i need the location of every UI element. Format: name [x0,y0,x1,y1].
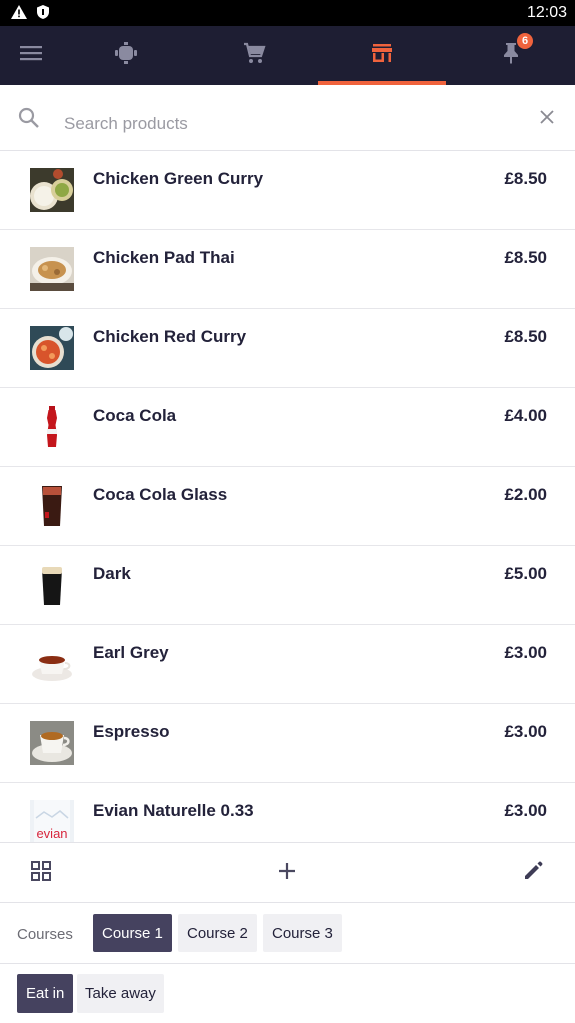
product-thumbnail-red-curry [30,326,74,370]
product-list: Chicken Green Curry £8.50 Chicken Pad Th… [0,151,575,842]
plus-icon [277,861,297,886]
product-price: £3.00 [504,643,547,662]
product-row[interactable]: Dark £5.00 [0,546,575,625]
tab-pin[interactable]: 6 [447,26,575,85]
tab-menu[interactable] [0,26,62,85]
course-3-chip[interactable]: Course 3 [263,914,342,952]
status-time: 12:03 [526,4,567,21]
product-name: Chicken Green Curry [93,169,264,188]
status-bar: 12:03 [0,0,575,26]
product-price: £5.00 [504,564,547,583]
dining-options: Eat in Take away [0,964,575,1023]
menu-icon [20,45,42,66]
shield-icon [36,4,50,25]
cart-icon [242,41,266,70]
search-input[interactable] [64,109,504,139]
robot-icon [114,41,138,70]
product-row[interactable]: Coca Cola Glass £2.00 [0,467,575,546]
courses-bar: Courses Course 1 Course 2 Course 3 [0,903,575,964]
product-thumbnail-earl-grey [30,642,74,686]
product-row[interactable]: Coca Cola £4.00 [0,388,575,467]
product-price: £8.50 [504,327,547,346]
tab-store[interactable] [318,26,446,85]
product-price: £2.00 [504,485,547,504]
course-2-chip[interactable]: Course 2 [178,914,257,952]
edit-button[interactable] [520,860,546,886]
evian-logo-text: evian [36,826,67,841]
product-price: £3.00 [504,722,547,741]
product-row[interactable]: Espresso £3.00 [0,704,575,783]
product-name: Evian Naturelle 0.33 [93,801,254,820]
product-name: Earl Grey [93,643,169,662]
product-name: Chicken Pad Thai [93,248,235,267]
search-bar [0,85,575,151]
list-toolbar [0,842,575,903]
tab-cart[interactable] [190,26,318,85]
courses-label: Courses [17,926,73,943]
tab-robot[interactable] [62,26,190,85]
product-price: £8.50 [504,248,547,267]
product-thumbnail-coca-cola-glass [30,484,74,528]
add-product-button[interactable] [274,860,300,886]
product-name: Chicken Red Curry [93,327,247,346]
product-thumbnail-dark [30,563,74,607]
pin-badge: 6 [517,33,533,49]
warning-icon [10,4,28,25]
store-icon [371,42,393,69]
product-thumbnail-coca-cola [30,405,74,449]
product-row[interactable]: Chicken Green Curry £8.50 [0,151,575,230]
top-navigation: 6 [0,26,575,85]
product-row[interactable]: Earl Grey £3.00 [0,625,575,704]
pencil-icon [522,860,544,887]
product-name: Coca Cola [93,406,177,425]
status-icons [10,4,50,25]
eat-in-button[interactable]: Eat in [17,974,74,1013]
product-thumbnail-evian: evian [30,800,74,842]
product-thumbnail-green-curry [30,168,74,212]
grid-view-button[interactable] [28,860,54,886]
product-name: Dark [93,564,131,583]
product-row[interactable]: evian Evian Naturelle 0.33 £3.00 [0,783,575,842]
product-price: £4.00 [504,406,547,425]
grid-icon [30,860,52,887]
product-row[interactable]: Chicken Red Curry £8.50 [0,309,575,388]
product-price: £3.00 [504,801,547,820]
take-away-button[interactable]: Take away [77,974,164,1013]
clear-search-icon[interactable] [539,109,555,130]
product-price: £8.50 [504,169,547,188]
product-thumbnail-espresso [30,721,74,765]
product-name: Coca Cola Glass [93,485,228,504]
product-name: Espresso [93,722,170,741]
product-row[interactable]: Chicken Pad Thai £8.50 [0,230,575,309]
course-1-chip[interactable]: Course 1 [93,914,172,952]
product-thumbnail-pad-thai [30,247,74,291]
search-icon [18,107,40,134]
